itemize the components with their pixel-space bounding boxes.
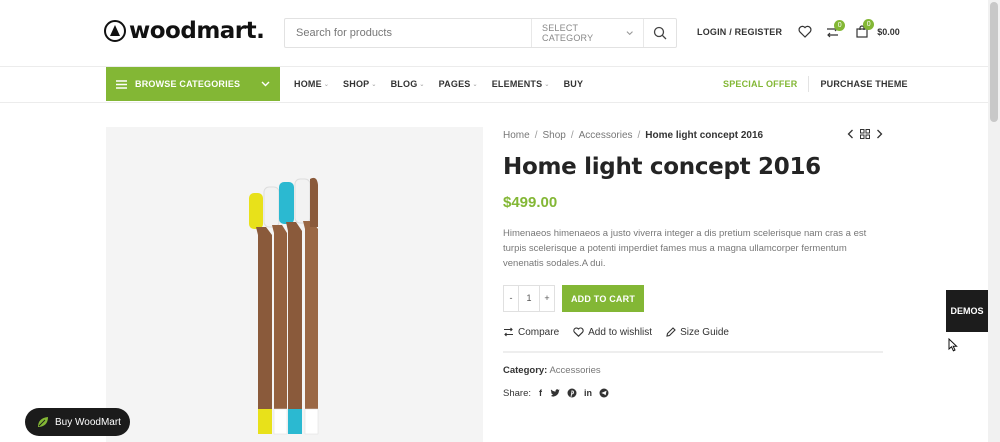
page-scrollbar[interactable]	[988, 0, 1000, 442]
menu-item-label: BLOG	[390, 79, 418, 89]
heart-icon	[798, 25, 812, 38]
site-header: woodmart. SELECT CATEGORY LOGIN / REGIST…	[0, 0, 988, 67]
header-actions: LOGIN / REGISTER 0 0 $0.00	[697, 19, 900, 38]
add-to-wishlist-link[interactable]: Add to wishlist	[573, 327, 652, 338]
heart-icon	[573, 327, 584, 337]
toothbrushes-illustration	[249, 177, 319, 435]
wishlist-label: Add to wishlist	[588, 326, 653, 338]
section-divider	[503, 351, 883, 353]
compare-label: Compare	[518, 326, 560, 338]
size-guide-label: Size Guide	[680, 326, 729, 338]
product-image[interactable]	[106, 127, 483, 442]
caret-down-icon: ⌄	[371, 81, 377, 88]
login-register-link[interactable]: LOGIN / REGISTER	[697, 27, 782, 37]
grid-icon[interactable]	[860, 129, 870, 139]
quantity-decrease-button[interactable]: -	[504, 286, 518, 311]
menu-item-label: HOME	[294, 79, 322, 89]
breadcrumb: Home / Shop / Accessories / Home light c…	[503, 127, 883, 143]
telegram-icon[interactable]	[599, 388, 609, 398]
search-icon	[653, 26, 667, 40]
product-actions: Compare Add to wishlist Size Guide	[503, 325, 883, 339]
cart-button[interactable]: 0	[856, 19, 875, 38]
breadcrumb-shop[interactable]: Shop	[542, 130, 565, 141]
pinterest-icon[interactable]	[567, 388, 577, 398]
menu-item-label: ELEMENTS	[491, 79, 543, 89]
scrollbar-thumb[interactable]	[990, 2, 998, 122]
caret-down-icon: ⌄	[323, 81, 330, 88]
menu-item-pages[interactable]: PAGES ⌄	[439, 79, 478, 89]
main-menu: HOME ⌄ SHOP ⌄ BLOG ⌄ PAGES ⌄ ELEMENTS ⌄ BUY	[294, 67, 597, 101]
caret-down-icon: ⌄	[472, 81, 478, 88]
tree-logo-icon	[104, 20, 126, 42]
nav-right-links: SPECIAL OFFER PURCHASE THEME	[723, 67, 908, 101]
product-navigation	[847, 129, 883, 139]
browse-categories-label: BROWSE CATEGORIES	[135, 79, 241, 89]
category-select-label: SELECT CATEGORY	[542, 23, 594, 43]
menu-item-shop[interactable]: SHOP ⌄	[343, 79, 377, 89]
chevron-down-icon	[626, 31, 633, 36]
add-to-cart-form: - 1 + ADD TO CART	[503, 285, 883, 312]
linkedin-icon[interactable]: in	[584, 388, 592, 398]
compare-count-badge: 0	[834, 19, 846, 31]
breadcrumb-separator: /	[637, 129, 641, 141]
product-category: Category: Accessories	[503, 365, 883, 376]
size-guide-link[interactable]: Size Guide	[666, 327, 729, 338]
nav-divider	[808, 76, 810, 92]
breadcrumb-current: Home light concept 2016	[645, 129, 764, 141]
chevron-down-icon	[261, 81, 270, 87]
chevron-left-icon[interactable]	[847, 129, 854, 139]
caret-down-icon: ⌄	[544, 81, 550, 88]
caret-down-icon: ⌄	[419, 81, 425, 88]
compare-button[interactable]: 0	[826, 19, 846, 38]
share-label: Share:	[503, 387, 531, 399]
special-offer-link[interactable]: SPECIAL OFFER	[723, 79, 797, 89]
menu-item-blog[interactable]: BLOG ⌄	[391, 79, 425, 89]
browse-categories-button[interactable]: BROWSE CATEGORIES	[106, 67, 280, 101]
breadcrumb-home[interactable]: Home	[503, 130, 530, 141]
compare-link[interactable]: Compare	[503, 327, 559, 338]
menu-item-label: SHOP	[343, 79, 370, 89]
menu-item-elements[interactable]: ELEMENTS ⌄	[492, 79, 550, 89]
search-button[interactable]	[643, 19, 676, 47]
chevron-right-icon[interactable]	[876, 129, 883, 139]
buy-woodmart-button[interactable]: Buy WoodMart	[25, 408, 130, 436]
product-price: $499.00	[503, 194, 558, 211]
hamburger-menu-icon	[116, 79, 127, 89]
buy-woodmart-label: Buy WoodMart	[55, 416, 121, 428]
add-to-cart-button[interactable]: ADD TO CART	[562, 285, 644, 312]
demos-button[interactable]: DEMOS	[946, 290, 988, 332]
breadcrumb-accessories[interactable]: Accessories	[579, 130, 633, 141]
logo-text: woodmart.	[129, 18, 265, 44]
share-links: Share: f in	[503, 386, 883, 400]
menu-item-buy[interactable]: BUY	[564, 79, 584, 89]
search-form: SELECT CATEGORY	[284, 18, 677, 48]
quantity-input[interactable]: 1	[518, 286, 540, 311]
cart-total[interactable]: $0.00	[877, 27, 900, 37]
search-input[interactable]	[285, 19, 531, 47]
breadcrumb-separator: /	[534, 129, 538, 141]
product-title: Home light concept 2016	[503, 154, 821, 180]
product-description: Himenaeos himenaeos a justo viverra inte…	[503, 228, 867, 269]
category-meta-label: Category:	[503, 365, 548, 376]
product-summary: Home / Shop / Accessories / Home light c…	[503, 127, 883, 400]
twitter-icon[interactable]	[550, 388, 560, 398]
leaf-icon	[38, 417, 48, 427]
menu-item-home[interactable]: HOME ⌄	[294, 79, 329, 89]
wishlist-button[interactable]	[798, 25, 812, 38]
mouse-cursor-icon	[948, 338, 958, 352]
quantity-stepper: - 1 +	[503, 285, 555, 312]
ruler-pencil-icon	[666, 327, 676, 337]
breadcrumb-separator: /	[570, 129, 574, 141]
purchase-theme-link[interactable]: PURCHASE THEME	[820, 79, 907, 89]
compare-arrows-icon	[504, 327, 513, 337]
site-logo[interactable]: woodmart.	[104, 18, 265, 44]
cart-count-badge: 0	[863, 19, 875, 30]
menu-item-label: BUY	[563, 79, 584, 89]
menu-item-label: PAGES	[438, 79, 471, 89]
category-select[interactable]: SELECT CATEGORY	[531, 19, 643, 47]
facebook-icon[interactable]: f	[539, 388, 542, 398]
quantity-increase-button[interactable]: +	[540, 286, 554, 311]
main-navigation: BROWSE CATEGORIES HOME ⌄ SHOP ⌄ BLOG ⌄ PAGE…	[0, 67, 988, 103]
category-link[interactable]: Accessories	[549, 365, 600, 376]
